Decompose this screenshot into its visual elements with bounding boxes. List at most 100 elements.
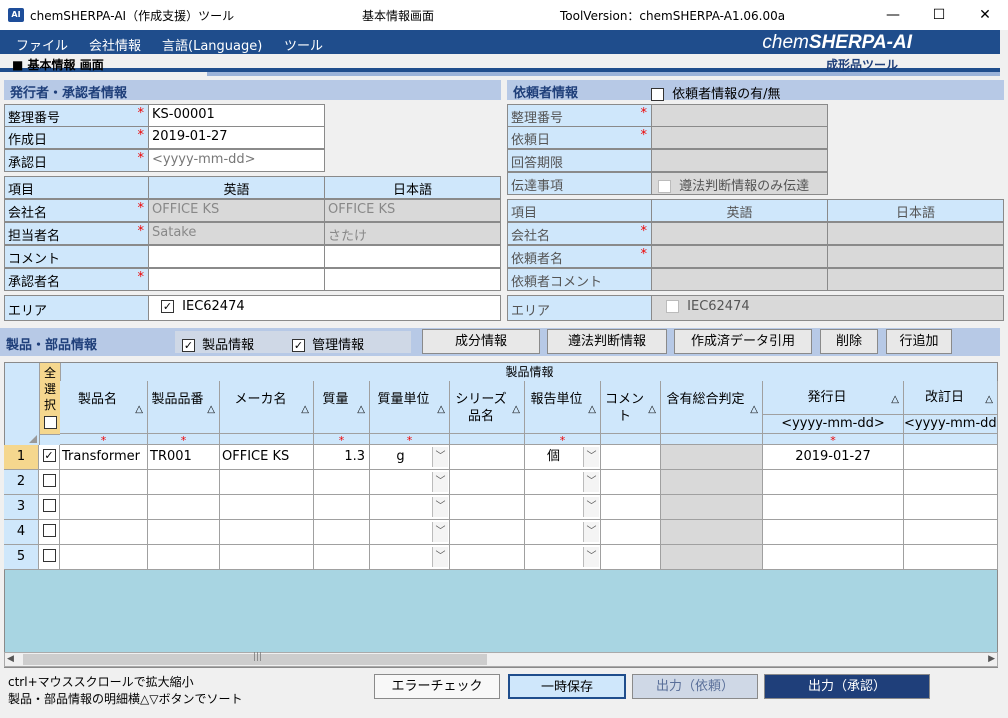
management-info-toggle[interactable]: ✓ 管理情報 (292, 334, 364, 353)
chevron-down-icon[interactable]: ﹀ (583, 547, 599, 567)
col-header-10[interactable]: 改訂日 △ (904, 381, 998, 415)
chevron-down-icon[interactable]: ﹀ (432, 497, 448, 517)
row-checkbox[interactable] (42, 474, 56, 487)
row-checkbox[interactable] (42, 524, 56, 537)
chevron-down-icon[interactable]: ﹀ (432, 447, 448, 467)
col-header-8[interactable]: 含有総合判定 △ (661, 381, 763, 434)
cell-6[interactable]: ﹀ (525, 520, 601, 545)
error-check-button[interactable]: エラーチェック (374, 674, 500, 699)
chevron-down-icon[interactable]: ﹀ (583, 472, 599, 492)
cell-5[interactable] (450, 545, 525, 570)
sort-icon[interactable]: △ (512, 401, 520, 418)
cell-4[interactable]: ﹀ (370, 545, 450, 570)
col-header-9[interactable]: 発行日 △ (763, 381, 904, 415)
management-info-checkbox[interactable]: ✓ (292, 339, 305, 352)
cell-6[interactable]: ﹀ (525, 470, 601, 495)
row-select-cell[interactable] (39, 495, 60, 520)
import-data-button[interactable]: 作成済データ引用 (674, 329, 812, 354)
issuer-company-ja[interactable]: OFFICE KS (324, 199, 501, 222)
sort-icon[interactable]: △ (301, 401, 309, 418)
product-info-toggle[interactable]: ✓ 製品情報 (182, 334, 254, 353)
cell-3[interactable] (314, 545, 370, 570)
cell-8[interactable] (661, 545, 763, 570)
cell-6[interactable]: ﹀ (525, 545, 601, 570)
menu-company[interactable]: 会社情報 (89, 35, 141, 54)
row-select-cell[interactable] (39, 470, 60, 495)
issuer-approver-ja[interactable] (324, 268, 501, 291)
cell-2[interactable] (220, 520, 314, 545)
product-info-checkbox[interactable]: ✓ (182, 339, 195, 352)
cell-8[interactable] (661, 470, 763, 495)
cell-10[interactable] (904, 520, 998, 545)
requester-deadline-input[interactable] (651, 149, 828, 172)
cell-5[interactable] (450, 470, 525, 495)
issuer-approved-input[interactable]: <yyyy-mm-dd> (148, 149, 325, 172)
cell-6[interactable]: ﹀ (525, 495, 601, 520)
cell-0[interactable]: Transformer (60, 445, 148, 470)
row-checkbox[interactable]: ✓ (42, 449, 56, 462)
close-icon[interactable]: ✕ (962, 0, 1008, 30)
cell-2[interactable] (220, 545, 314, 570)
requester-comment-ja[interactable] (827, 268, 1004, 291)
cell-10[interactable] (904, 495, 998, 520)
cell-9[interactable] (763, 470, 904, 495)
cell-5[interactable] (450, 495, 525, 520)
sort-icon[interactable]: △ (588, 401, 596, 418)
cell-1[interactable] (148, 520, 220, 545)
requester-date-input[interactable] (651, 126, 828, 149)
col-header-7[interactable]: コメント △ (601, 381, 661, 434)
cell-7[interactable] (601, 445, 661, 470)
row-select-cell[interactable] (39, 520, 60, 545)
col-header-2[interactable]: メーカ名 △ (220, 381, 314, 434)
col-header-1[interactable]: 製品品番 △ (148, 381, 220, 434)
cell-3[interactable] (314, 470, 370, 495)
minimize-icon[interactable]: — (870, 0, 916, 30)
cell-0[interactable] (60, 495, 148, 520)
requester-comment-en[interactable] (651, 268, 828, 291)
menu-file[interactable]: ファイル (16, 35, 68, 54)
col-header-6[interactable]: 報告単位 △ (525, 381, 601, 434)
cell-8[interactable] (661, 520, 763, 545)
row-checkbox[interactable] (42, 499, 56, 512)
cell-9[interactable] (763, 495, 904, 520)
requester-ref-input[interactable] (651, 104, 828, 127)
scroll-right-icon[interactable]: ▶ (988, 654, 995, 664)
menu-tools[interactable]: ツール (284, 35, 323, 54)
cell-4[interactable]: g ﹀ (370, 445, 450, 470)
sort-icon[interactable]: △ (357, 401, 365, 418)
scroll-left-icon[interactable]: ◀ (7, 654, 14, 664)
requester-company-ja[interactable] (827, 222, 1004, 245)
cell-2[interactable] (220, 470, 314, 495)
cell-2[interactable] (220, 495, 314, 520)
sort-icon[interactable]: △ (207, 401, 215, 418)
chevron-down-icon[interactable]: ﹀ (583, 497, 599, 517)
cell-4[interactable]: ﹀ (370, 470, 450, 495)
row-select-cell[interactable] (39, 545, 60, 570)
cell-1[interactable] (148, 495, 220, 520)
menu-language[interactable]: 言語(Language) (162, 35, 262, 54)
cell-10[interactable] (904, 445, 998, 470)
cell-0[interactable] (60, 545, 148, 570)
issuer-created-input[interactable]: 2019-01-27 (148, 126, 325, 149)
requester-company-en[interactable] (651, 222, 828, 245)
add-row-button[interactable]: 行追加 (886, 329, 952, 354)
row-select-cell[interactable]: ✓ (39, 445, 60, 470)
cell-4[interactable]: ﹀ (370, 495, 450, 520)
col-header-4[interactable]: 質量単位 △ (370, 381, 450, 434)
maximize-icon[interactable]: ☐ (916, 0, 962, 30)
requester-person-ja[interactable] (827, 245, 1004, 268)
sort-icon[interactable]: △ (135, 401, 143, 418)
requester-person-en[interactable] (651, 245, 828, 268)
cell-0[interactable] (60, 470, 148, 495)
sort-icon[interactable]: △ (648, 401, 656, 418)
cell-3[interactable]: 1.3 (314, 445, 370, 470)
chevron-down-icon[interactable]: ﹀ (432, 522, 448, 542)
cell-5[interactable] (450, 520, 525, 545)
cell-3[interactable] (314, 495, 370, 520)
issuer-approver-en[interactable] (148, 268, 325, 291)
col-header-3[interactable]: 質量 △ (314, 381, 370, 434)
temp-save-button[interactable]: 一時保存 (508, 674, 626, 699)
cell-7[interactable] (601, 545, 661, 570)
requester-area-checkbox[interactable] (666, 300, 679, 313)
issuer-person-ja[interactable]: さたけ (324, 222, 501, 245)
